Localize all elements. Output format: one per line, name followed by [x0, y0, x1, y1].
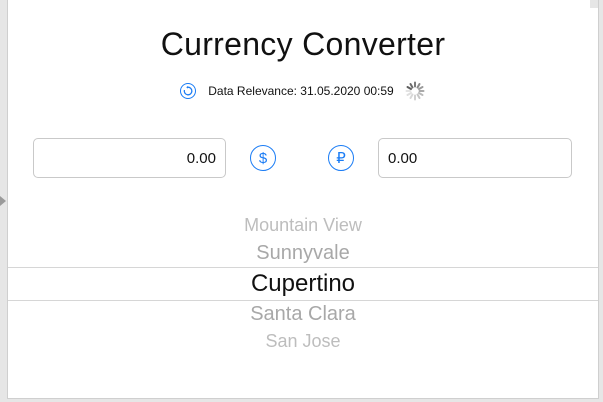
app-window: Currency Converter Data Relevance: 31.05… [7, 0, 599, 399]
data-relevance-label: Data Relevance: 31.05.2020 00:59 [208, 84, 394, 98]
city-picker[interactable]: Mountain View Sunnyvale Cupertino Santa … [8, 210, 598, 360]
picker-item-mountain-view[interactable]: Mountain View [8, 215, 598, 236]
picker-item-sunnyvale[interactable]: Sunnyvale [8, 242, 598, 265]
picker-item-cupertino[interactable]: Cupertino [8, 270, 598, 298]
ruble-icon: ₽ [336, 150, 346, 167]
picker-item-san-jose[interactable]: San Jose [8, 331, 598, 352]
data-relevance-row: Data Relevance: 31.05.2020 00:59 [8, 80, 598, 102]
rub-currency-button[interactable]: ₽ [328, 145, 354, 171]
dollar-icon: $ [258, 149, 268, 167]
picker-item-santa-clara[interactable]: Santa Clara [8, 303, 598, 326]
picker-selection-top-line [8, 267, 598, 268]
loading-spinner-icon [405, 81, 425, 101]
refresh-icon [183, 86, 193, 96]
picker-selection-bottom-line [8, 300, 598, 301]
corner-tab [590, 0, 598, 8]
side-chevron-icon [0, 196, 6, 206]
page-title: Currency Converter [160, 26, 446, 62]
refresh-button[interactable] [180, 83, 197, 99]
to-amount-value: 0.00 [388, 149, 418, 167]
to-amount-field[interactable]: 0.00 [378, 138, 572, 178]
usd-currency-button[interactable]: $ [250, 145, 276, 171]
from-amount-field[interactable]: 0.00 [33, 138, 226, 178]
from-amount-value: 0.00 [186, 149, 216, 167]
